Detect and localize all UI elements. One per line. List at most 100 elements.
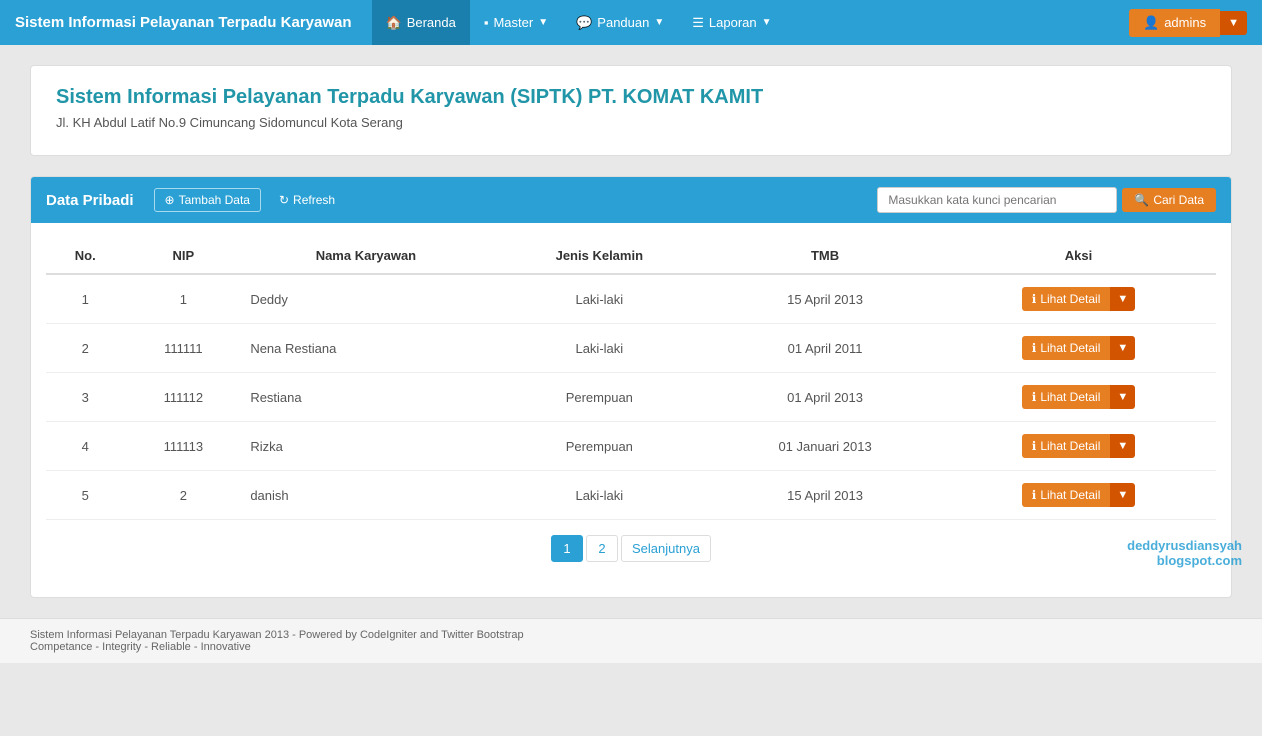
cell-tmb: 01 Januari 2013 xyxy=(709,422,941,471)
refresh-icon: ↻ xyxy=(279,193,289,207)
home-icon: 🏠 xyxy=(386,15,402,31)
cell-nama: danish xyxy=(242,471,489,520)
chevron-down-icon-2: ▼ xyxy=(654,17,664,28)
page-1-button[interactable]: 1 xyxy=(551,535,583,562)
panel-header: Data Pribadi ⊕ Tambah Data ↻ Refresh 🔍 C… xyxy=(31,177,1231,223)
nav-label-beranda: Beranda xyxy=(407,15,456,30)
master-icon: ▪ xyxy=(484,15,489,30)
nav-item-master[interactable]: ▪ Master ▼ xyxy=(470,0,562,45)
lihat-detail-dropdown-button[interactable]: ▼ xyxy=(1110,336,1135,360)
cell-jenis-kelamin: Perempuan xyxy=(490,373,710,422)
cell-tmb: 01 April 2013 xyxy=(709,373,941,422)
lihat-detail-dropdown-button[interactable]: ▼ xyxy=(1110,287,1135,311)
cell-aksi: ℹ Lihat Detail ▼ xyxy=(941,373,1216,422)
cell-aksi: ℹ Lihat Detail ▼ xyxy=(941,471,1216,520)
lihat-detail-button[interactable]: ℹ Lihat Detail xyxy=(1022,336,1111,360)
header-card: Sistem Informasi Pelayanan Terpadu Karya… xyxy=(30,65,1232,156)
footer-line1: Sistem Informasi Pelayanan Terpadu Karya… xyxy=(30,629,1232,641)
tambah-data-button[interactable]: ⊕ Tambah Data xyxy=(154,188,261,212)
search-icon: 🔍 xyxy=(1134,193,1149,207)
watermark: deddyrusdiansyah blogspot.com xyxy=(1127,538,1242,568)
lihat-detail-dropdown-button[interactable]: ▼ xyxy=(1110,483,1135,507)
info-icon: ℹ xyxy=(1032,439,1037,453)
nav-items: 🏠 Beranda ▪ Master ▼ 💬 Panduan ▼ ☰ Lapor… xyxy=(372,0,1129,45)
chevron-down-icon: ▼ xyxy=(538,17,548,28)
cell-nip: 111111 xyxy=(124,324,242,373)
nav-label-panduan: Panduan xyxy=(597,15,649,30)
footer-line2: Competance - Integrity - Reliable - Inno… xyxy=(30,641,1232,653)
col-nama: Nama Karyawan xyxy=(242,238,489,274)
col-jenis-kelamin: Jenis Kelamin xyxy=(490,238,710,274)
plus-icon: ⊕ xyxy=(165,193,175,207)
nav-label-laporan: Laporan xyxy=(709,15,757,30)
refresh-label: Refresh xyxy=(293,193,335,207)
col-tmb: TMB xyxy=(709,238,941,274)
cell-no: 5 xyxy=(46,471,124,520)
lihat-detail-dropdown-button[interactable]: ▼ xyxy=(1110,385,1135,409)
data-table: No. NIP Nama Karyawan Jenis Kelamin TMB … xyxy=(46,238,1216,520)
page-2-button[interactable]: 2 xyxy=(586,535,618,562)
cari-data-button[interactable]: 🔍 Cari Data xyxy=(1122,188,1216,212)
cell-no: 4 xyxy=(46,422,124,471)
table-row: 2 111111 Nena Restiana Laki-laki 01 Apri… xyxy=(46,324,1216,373)
footer: Sistem Informasi Pelayanan Terpadu Karya… xyxy=(0,618,1262,663)
info-icon: ℹ xyxy=(1032,292,1037,306)
cell-no: 2 xyxy=(46,324,124,373)
cell-no: 3 xyxy=(46,373,124,422)
cell-nip: 2 xyxy=(124,471,242,520)
watermark-line2: blogspot.com xyxy=(1127,553,1242,568)
laporan-icon: ☰ xyxy=(692,15,704,31)
cell-nip: 111112 xyxy=(124,373,242,422)
nav-item-laporan[interactable]: ☰ Laporan ▼ xyxy=(678,0,785,45)
chevron-down-icon-3: ▼ xyxy=(762,17,772,28)
main-content: Sistem Informasi Pelayanan Terpadu Karya… xyxy=(0,45,1262,618)
lihat-detail-button[interactable]: ℹ Lihat Detail xyxy=(1022,287,1111,311)
cell-aksi: ℹ Lihat Detail ▼ xyxy=(941,422,1216,471)
cell-nama: Deddy xyxy=(242,274,489,324)
cari-label: Cari Data xyxy=(1153,193,1204,207)
page-title: Sistem Informasi Pelayanan Terpadu Karya… xyxy=(56,86,1206,109)
info-icon: ℹ xyxy=(1032,488,1037,502)
cell-nip: 111113 xyxy=(124,422,242,471)
cell-tmb: 15 April 2013 xyxy=(709,471,941,520)
lihat-detail-button[interactable]: ℹ Lihat Detail xyxy=(1022,385,1111,409)
cell-nama: Nena Restiana xyxy=(242,324,489,373)
lihat-detail-button[interactable]: ℹ Lihat Detail xyxy=(1022,483,1111,507)
cell-jenis-kelamin: Laki-laki xyxy=(490,471,710,520)
search-area: 🔍 Cari Data xyxy=(877,187,1216,213)
nav-item-beranda[interactable]: 🏠 Beranda xyxy=(372,0,470,45)
cell-nip: 1 xyxy=(124,274,242,324)
cell-aksi: ℹ Lihat Detail ▼ xyxy=(941,274,1216,324)
lihat-detail-button[interactable]: ℹ Lihat Detail xyxy=(1022,434,1111,458)
table-head: No. NIP Nama Karyawan Jenis Kelamin TMB … xyxy=(46,238,1216,274)
navbar-brand: Sistem Informasi Pelayanan Terpadu Karya… xyxy=(15,14,352,31)
cell-jenis-kelamin: Perempuan xyxy=(490,422,710,471)
table-row: 4 111113 Rizka Perempuan 01 Januari 2013… xyxy=(46,422,1216,471)
panduan-icon: 💬 xyxy=(576,15,592,31)
info-icon: ℹ xyxy=(1032,341,1037,355)
col-aksi: Aksi xyxy=(941,238,1216,274)
page-address: Jl. KH Abdul Latif No.9 Cimuncang Sidomu… xyxy=(56,115,1206,130)
lihat-detail-dropdown-button[interactable]: ▼ xyxy=(1110,434,1135,458)
info-icon: ℹ xyxy=(1032,390,1037,404)
navbar-right: 👤 admins ▼ xyxy=(1129,9,1247,37)
nav-item-panduan[interactable]: 💬 Panduan ▼ xyxy=(562,0,678,45)
cell-jenis-kelamin: Laki-laki xyxy=(490,274,710,324)
pagination: 1 2 Selanjutnya xyxy=(46,520,1216,582)
cell-nama: Rizka xyxy=(242,422,489,471)
navbar: Sistem Informasi Pelayanan Terpadu Karya… xyxy=(0,0,1262,45)
next-page-button[interactable]: Selanjutnya xyxy=(621,535,711,562)
cell-tmb: 15 April 2013 xyxy=(709,274,941,324)
watermark-line1: deddyrusdiansyah xyxy=(1127,538,1242,553)
admin-dropdown-button[interactable]: ▼ xyxy=(1220,11,1247,35)
cell-no: 1 xyxy=(46,274,124,324)
tambah-label: Tambah Data xyxy=(179,193,250,207)
admin-button[interactable]: 👤 admins xyxy=(1129,9,1220,37)
col-nip: NIP xyxy=(124,238,242,274)
table-body: 1 1 Deddy Laki-laki 15 April 2013 ℹ Liha… xyxy=(46,274,1216,520)
cell-jenis-kelamin: Laki-laki xyxy=(490,324,710,373)
search-input[interactable] xyxy=(877,187,1117,213)
table-wrap: No. NIP Nama Karyawan Jenis Kelamin TMB … xyxy=(31,223,1231,597)
cell-aksi: ℹ Lihat Detail ▼ xyxy=(941,324,1216,373)
refresh-button[interactable]: ↻ Refresh xyxy=(271,189,343,211)
